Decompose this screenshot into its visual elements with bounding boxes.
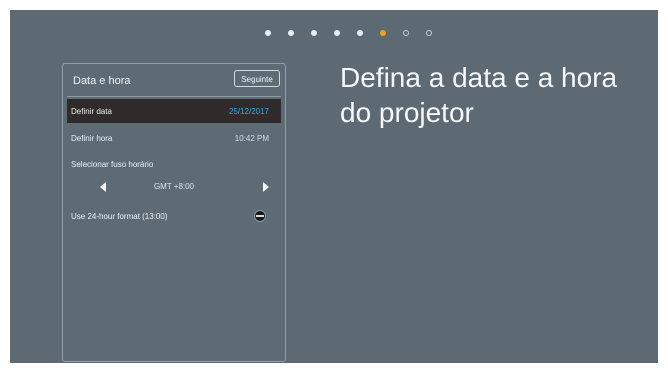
time-value: 10:42 PM [234, 134, 269, 143]
format-24h-label: Use 24-hour format (13:00) [71, 212, 168, 221]
progress-dot-8 [425, 30, 432, 36]
progress-dot-2 [287, 30, 294, 36]
progress-dot-5 [356, 30, 363, 36]
set-date-row[interactable]: Definir data 25/12/2017 [67, 99, 281, 123]
timezone-label: Selecionar fuso horário [71, 160, 154, 169]
progress-dot-7 [402, 30, 409, 36]
progress-dot-4 [333, 30, 340, 36]
chevron-right-icon[interactable] [263, 182, 269, 192]
format-24h-row[interactable]: Use 24-hour format (13:00) [67, 204, 281, 228]
timezone-row[interactable]: Selecionar fuso horário [67, 152, 281, 176]
wizard-progress-dots [10, 30, 658, 36]
timezone-selector[interactable]: GMT +8:00 [67, 177, 281, 197]
next-button[interactable]: Seguinte [234, 70, 280, 87]
date-time-panel: Data e hora Seguinte Definir data 25/12/… [62, 63, 286, 362]
set-time-row[interactable]: Definir hora 10:42 PM [67, 126, 281, 150]
progress-dot-3 [310, 30, 317, 36]
panel-title: Data e hora [73, 75, 131, 87]
panel-header: Data e hora Seguinte [63, 64, 285, 96]
panel-divider [67, 96, 281, 97]
progress-dot-1 [264, 30, 271, 36]
date-value: 25/12/2017 [228, 107, 269, 116]
page-heading: Defina a data e a hora do projetor [340, 62, 618, 128]
set-date-label: Definir data [71, 107, 112, 116]
timezone-value: GMT +8:00 [153, 182, 195, 191]
setup-screen: Data e hora Seguinte Definir data 25/12/… [10, 10, 658, 363]
progress-dot-current [379, 30, 386, 36]
set-time-label: Definir hora [71, 134, 113, 143]
toggle-switch-icon[interactable] [254, 210, 266, 222]
